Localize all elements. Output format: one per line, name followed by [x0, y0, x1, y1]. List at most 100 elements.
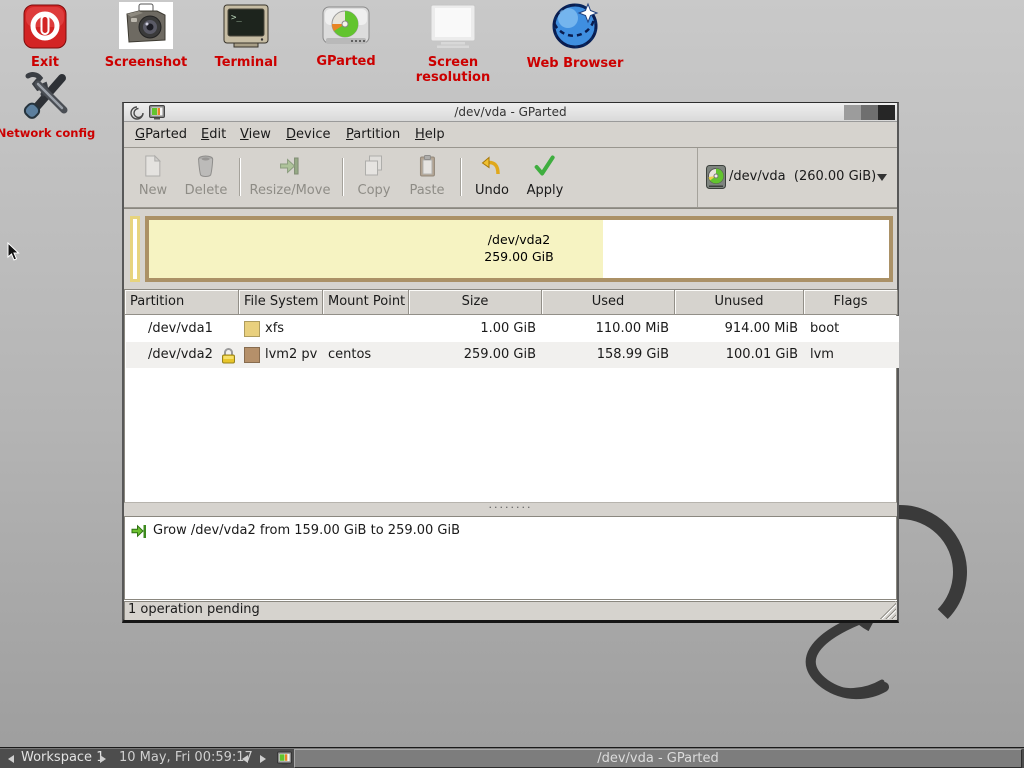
- cell-filesystem: xfs: [265, 316, 325, 342]
- menu-partition[interactable]: Partition: [343, 126, 403, 143]
- taskbar-task-gparted[interactable]: /dev/vda - GParted: [294, 749, 1022, 768]
- paste-button[interactable]: Paste: [409, 154, 444, 198]
- svg-text:>_: >_: [231, 13, 242, 23]
- cell-flags: boot: [810, 316, 898, 342]
- undo-arrow-icon: [480, 154, 504, 178]
- desktop-icon-label: GParted: [286, 54, 406, 69]
- window-title: /dev/vda - GParted: [124, 105, 897, 119]
- delete-trash-icon: [194, 154, 218, 178]
- cell-flags: lvm: [810, 342, 898, 368]
- partition-visual-panel: /dev/vda2 259.00 GiB: [124, 208, 897, 288]
- gparted-window: /dev/vda - GParted GParted Edit View Dev…: [122, 102, 899, 623]
- task-next-arrow-icon[interactable]: [260, 755, 266, 763]
- taskbar-clock: 10 May, Fri 00:59:17: [119, 750, 253, 765]
- desktop-icon-label: Web Browser: [515, 56, 635, 71]
- maximize-button[interactable]: [861, 105, 878, 120]
- partition-visual-vda1[interactable]: [130, 216, 140, 282]
- window-titlebar[interactable]: /dev/vda - GParted: [124, 103, 897, 122]
- menubar: GParted Edit View Device Partition Help: [124, 122, 897, 148]
- mouse-cursor: [7, 242, 21, 262]
- desktop-icon-gparted[interactable]: GParted: [286, 6, 406, 69]
- new-button[interactable]: New: [139, 154, 167, 198]
- grow-operation-icon: [131, 524, 147, 539]
- toolbar-separator: [460, 158, 461, 196]
- column-header-used[interactable]: Used: [542, 290, 675, 315]
- operation-item: Grow /dev/vda2 from 159.00 GiB to 259.00…: [131, 522, 460, 540]
- window-resize-grip[interactable]: [878, 601, 896, 619]
- new-partition-icon: [141, 154, 165, 178]
- workspace-label[interactable]: Workspace 1: [21, 750, 104, 765]
- pane-splitter-handle[interactable]: ········: [124, 503, 897, 516]
- camera-icon: [119, 2, 173, 49]
- cell-used: 158.99 GiB: [543, 342, 676, 368]
- toolbar-separator: [239, 158, 240, 196]
- cell-unused: 100.01 GiB: [676, 342, 805, 368]
- table-row-vda1[interactable]: /dev/vda1 xfs 1.00 GiB 110.00 MiB 914.00…: [126, 316, 899, 342]
- chevron-down-icon: [877, 174, 887, 181]
- vda2-visual-label: /dev/vda2 259.00 GiB: [149, 231, 889, 265]
- device-selector[interactable]: /dev/vda (260.00 GiB): [697, 148, 897, 207]
- cell-mountpoint: [328, 316, 408, 342]
- filesystem-color-swatch: [244, 347, 260, 363]
- cell-used: 110.00 MiB: [543, 316, 676, 342]
- gparted-task-mini-icon[interactable]: [277, 751, 292, 766]
- desktop-icon-web-browser[interactable]: Web Browser: [515, 2, 635, 71]
- terminal-crt-icon: >_: [221, 4, 271, 49]
- lock-icon: [221, 347, 236, 364]
- device-selector-value: /dev/vda (260.00 GiB): [729, 169, 876, 184]
- web-browser-globe-icon: [550, 2, 600, 50]
- cell-size: 1.00 GiB: [410, 316, 543, 342]
- apply-check-icon: [533, 154, 557, 178]
- taskbar: Workspace 1 10 May, Fri 00:59:17 /dev/vd…: [0, 747, 1024, 768]
- status-bar: 1 operation pending: [124, 600, 897, 620]
- close-button[interactable]: [878, 105, 895, 120]
- menu-device[interactable]: Device: [283, 126, 333, 143]
- resize-move-button[interactable]: Resize/Move: [250, 154, 331, 198]
- task-title: /dev/vda - GParted: [597, 751, 719, 766]
- apply-button[interactable]: Apply: [527, 154, 564, 198]
- status-text: 1 operation pending: [128, 602, 260, 617]
- desktop-icon-label: Network config: [0, 126, 106, 140]
- column-header-unused[interactable]: Unused: [675, 290, 804, 315]
- cell-mountpoint: centos: [328, 342, 408, 368]
- minimize-button[interactable]: [844, 105, 861, 120]
- desktop-icon-network-config[interactable]: Network config: [0, 70, 106, 140]
- exit-power-icon: [23, 4, 67, 49]
- column-header-size[interactable]: Size: [409, 290, 542, 315]
- partition-visual-vda2[interactable]: /dev/vda2 259.00 GiB: [145, 216, 893, 282]
- column-header-partition[interactable]: Partition: [125, 290, 239, 315]
- cell-partition: /dev/vda2: [126, 342, 221, 368]
- copy-button[interactable]: Copy: [358, 154, 391, 198]
- pending-operations-pane[interactable]: Grow /dev/vda2 from 159.00 GiB to 259.00…: [124, 516, 897, 600]
- cell-filesystem: lvm2 pv: [265, 342, 325, 368]
- column-header-filesystem[interactable]: File System: [239, 290, 323, 315]
- toolbar-separator: [342, 158, 343, 196]
- network-config-tools-icon: [18, 70, 74, 120]
- column-header-mountpoint[interactable]: Mount Point: [323, 290, 409, 315]
- gparted-drive-icon: [322, 6, 370, 48]
- hard-drive-icon: [706, 165, 726, 189]
- menu-edit[interactable]: Edit: [198, 126, 229, 143]
- workspace-prev-arrow-icon[interactable]: [8, 755, 14, 763]
- operation-text: Grow /dev/vda2 from 159.00 GiB to 259.00…: [153, 523, 460, 538]
- cell-size: 259.00 GiB: [410, 342, 543, 368]
- desktop-icon-screen-resolution[interactable]: Screen resolution: [393, 4, 513, 85]
- cell-unused: 914.00 MiB: [676, 316, 805, 342]
- menu-view[interactable]: View: [237, 126, 274, 143]
- partition-table: Partition File System Mount Point Size U…: [124, 289, 897, 503]
- copy-icon: [362, 154, 386, 178]
- column-header-flags[interactable]: Flags: [804, 290, 898, 315]
- table-row-vda2[interactable]: /dev/vda2 lvm2 pv centos 259.00 GiB 158.…: [126, 342, 899, 368]
- task-prev-arrow-icon[interactable]: [242, 755, 248, 763]
- menu-gparted[interactable]: GParted: [132, 126, 190, 143]
- resize-move-icon: [278, 154, 302, 178]
- workspace-next-arrow-icon[interactable]: [100, 755, 106, 763]
- delete-button[interactable]: Delete: [185, 154, 228, 198]
- undo-button[interactable]: Undo: [475, 154, 509, 198]
- menu-help[interactable]: Help: [412, 126, 448, 143]
- toolbar: New Delete Resize/Move Copy: [124, 148, 897, 208]
- screen-resolution-monitor-icon: [427, 4, 479, 49]
- paste-clipboard-icon: [415, 154, 439, 178]
- filesystem-color-swatch: [244, 321, 260, 337]
- desktop-icon-label: Screen resolution: [393, 55, 513, 85]
